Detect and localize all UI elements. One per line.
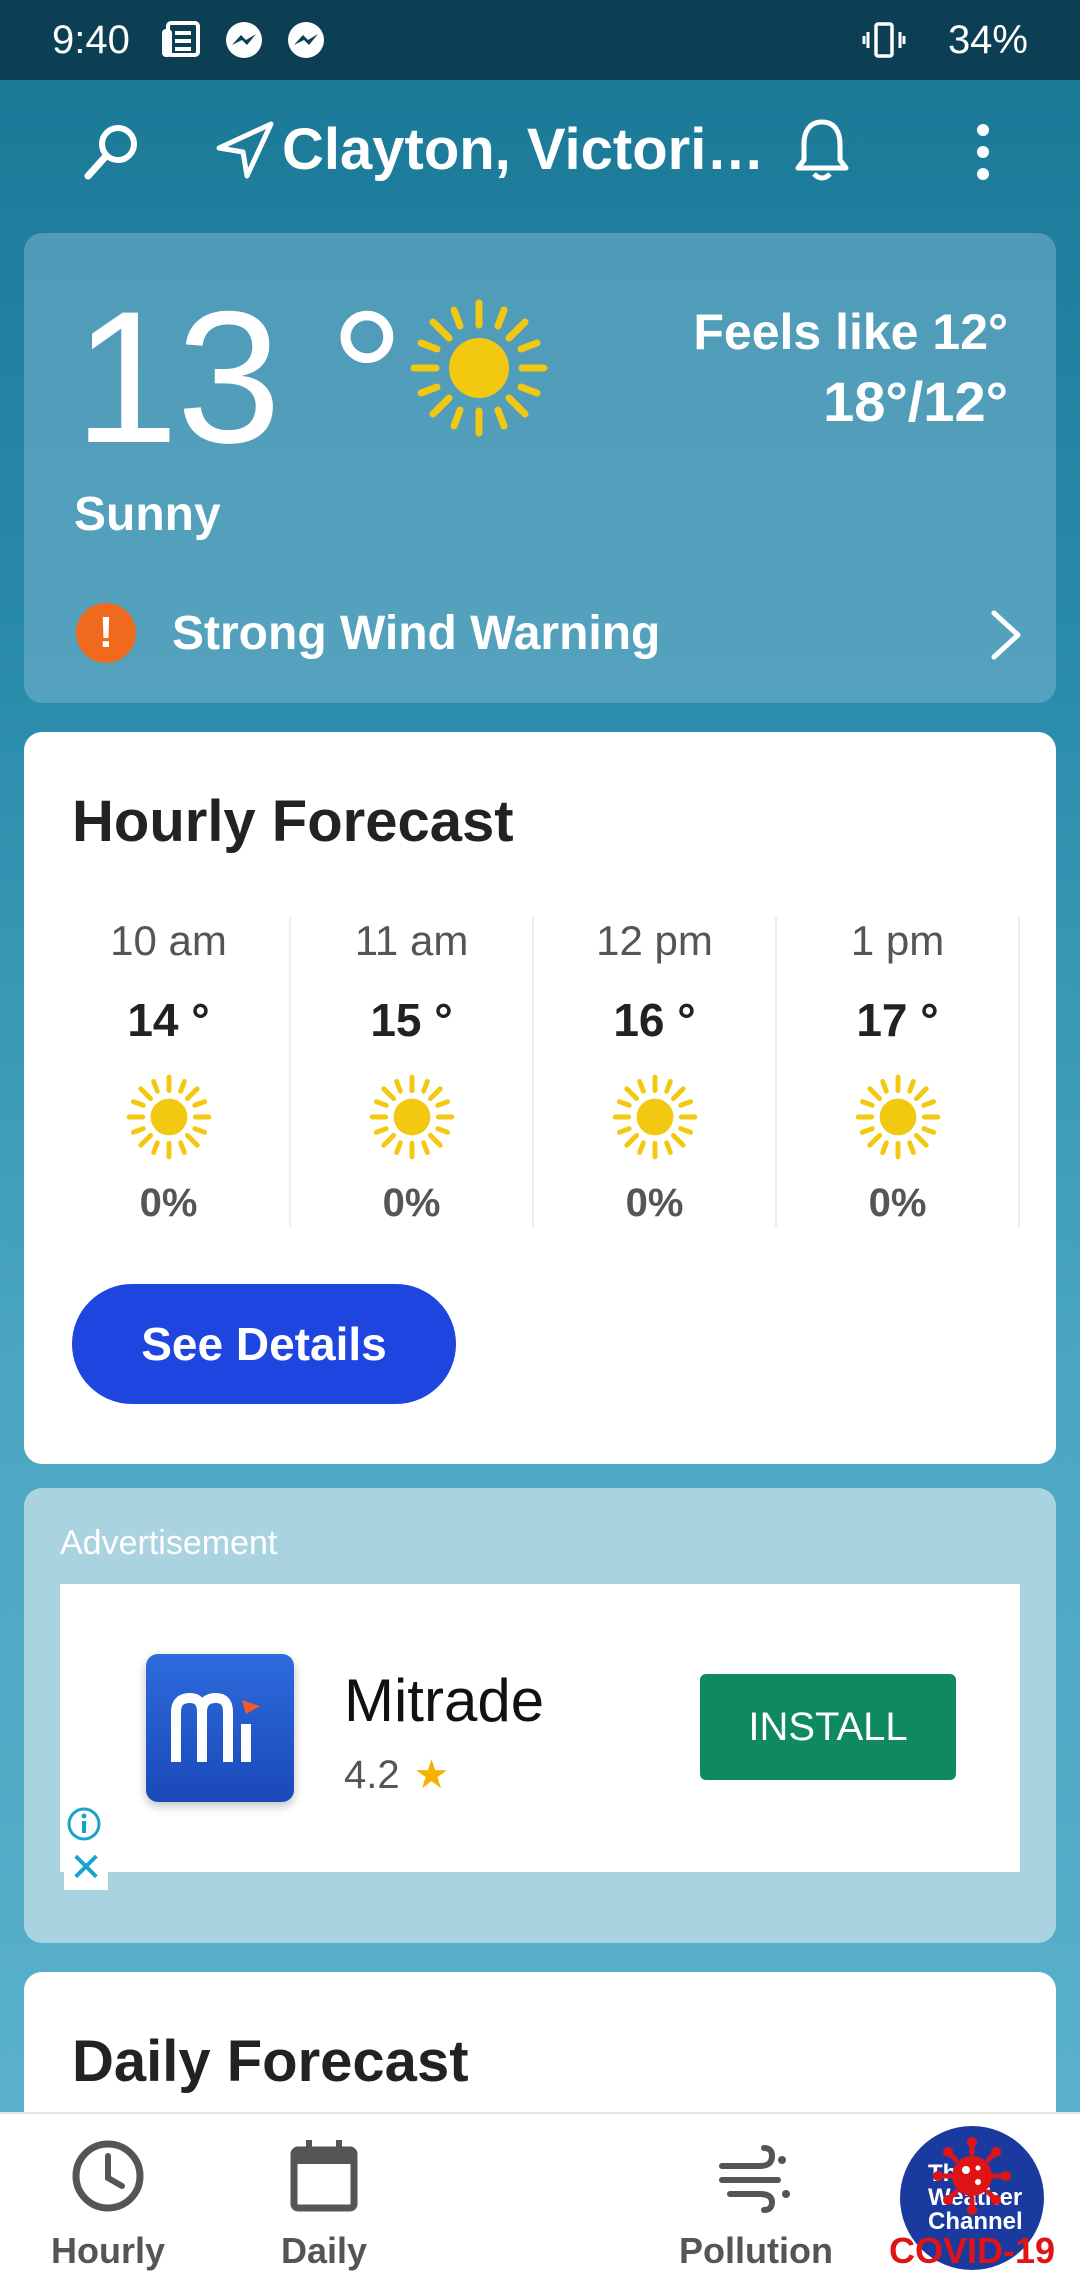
nav-hourly[interactable]: Hourly <box>0 2114 216 2280</box>
close-icon[interactable]: ✕ <box>64 1846 108 1890</box>
calendar-icon <box>284 2136 364 2216</box>
hourly-forecast-card: Hourly Forecast 10 am 14 ° 0% 11 am 15 °… <box>24 732 1056 1464</box>
star-icon: ★ <box>413 1753 450 1797</box>
hour-precip: 0% <box>382 1181 441 1225</box>
hour-item[interactable]: 12 pm 16 ° 0% <box>534 917 777 1227</box>
hour-precip: 0% <box>139 1181 198 1225</box>
nav-covid[interactable]: COVID-19 <box>864 2114 1080 2280</box>
warning-icon: ! <box>76 603 136 663</box>
clock-icon <box>68 2136 148 2216</box>
battery-level: 34% <box>947 17 1028 62</box>
nav-hourly-label: Hourly <box>50 2230 165 2271</box>
hour-temp: 16 ° <box>613 994 696 1046</box>
install-button[interactable]: INSTALL <box>700 1674 956 1780</box>
see-details-button[interactable]: See Details <box>72 1284 456 1404</box>
hour-temp: 17 ° <box>856 994 939 1046</box>
current-conditions-card[interactable]: 13 ° Feels like 12° 18°/12° Sunny ! Stro… <box>24 233 1056 703</box>
app-bar: Clayton, Victori… <box>0 80 1080 220</box>
search-icon[interactable] <box>80 120 144 184</box>
ad-rating: 4.2 ★ <box>344 1752 449 1798</box>
virus-icon <box>932 2136 1012 2216</box>
hour-precip: 0% <box>868 1181 927 1225</box>
ad-banner[interactable]: Mitrade 4.2 ★ INSTALL ✕ <box>60 1584 1020 1890</box>
high-low: 18°/12° <box>823 370 1008 433</box>
sun-icon <box>123 1071 215 1163</box>
condition-text: Sunny <box>74 488 221 541</box>
location-title[interactable]: Clayton, Victori… <box>282 116 764 183</box>
vibrate-icon <box>862 18 906 62</box>
advertisement-card: Advertisement Mitrade 4.2 ★ INSTALL ✕ <box>24 1488 1056 1943</box>
weather-warning[interactable]: ! Strong Wind Warning <box>76 593 1026 673</box>
nav-weather-channel[interactable]: The Weather Channel <box>432 2114 1044 2280</box>
messenger-icon <box>222 18 266 62</box>
nav-daily-label: Daily <box>280 2230 368 2271</box>
daily-forecast-title: Daily Forecast <box>72 2029 469 2094</box>
hour-time: 11 am <box>354 917 469 964</box>
hour-precip: 0% <box>625 1181 684 1225</box>
hour-item[interactable]: 1 pm 17 ° 0% <box>777 917 1020 1227</box>
sun-icon <box>852 1071 944 1163</box>
warning-text: Strong Wind Warning <box>172 606 661 660</box>
messenger-icon <box>284 18 328 62</box>
hour-time: 12 pm <box>596 917 713 964</box>
advertisement-label: Advertisement <box>60 1524 278 1562</box>
status-bar: 9:40 34% <box>0 0 1080 80</box>
nav-pollution[interactable]: Pollution <box>648 2114 864 2280</box>
location-arrow-icon[interactable] <box>215 120 275 180</box>
sun-icon <box>404 293 554 443</box>
sun-icon <box>366 1071 458 1163</box>
ad-rating-value: 4.2 <box>344 1752 400 1797</box>
feels-like: Feels like 12° <box>693 304 1008 360</box>
hour-time: 1 pm <box>850 917 945 964</box>
sun-icon <box>609 1071 701 1163</box>
hour-temp: 15 ° <box>370 994 453 1046</box>
bottom-nav: Hourly Daily The Weather Channel Polluti… <box>0 2112 1080 2280</box>
mitrade-logo-icon[interactable] <box>146 1654 294 1802</box>
nav-pollution-label: Pollution <box>679 2230 833 2271</box>
wind-icon <box>716 2136 796 2216</box>
info-icon[interactable] <box>66 1806 102 1842</box>
nav-covid-label: COVID-19 <box>888 2230 1056 2271</box>
current-temperature: 13 ° <box>74 272 405 482</box>
more-vert-icon[interactable] <box>968 120 998 184</box>
hour-item[interactable]: 10 am 14 ° 0% <box>48 917 291 1227</box>
hour-temp: 14 ° <box>127 994 210 1046</box>
hourly-list: 10 am 14 ° 0% 11 am 15 ° 0% 12 pm 16 ° 0… <box>48 917 1020 1227</box>
ad-app-name[interactable]: Mitrade <box>344 1666 544 1735</box>
hour-item[interactable]: 11 am 15 ° 0% <box>291 917 534 1227</box>
status-time: 9:40 <box>52 17 130 62</box>
nav-daily[interactable]: Daily <box>216 2114 432 2280</box>
hour-time: 10 am <box>110 917 227 964</box>
bell-icon[interactable] <box>792 116 852 182</box>
news-icon <box>160 18 204 62</box>
hourly-forecast-title: Hourly Forecast <box>72 789 514 854</box>
chevron-right-icon <box>986 607 1026 663</box>
